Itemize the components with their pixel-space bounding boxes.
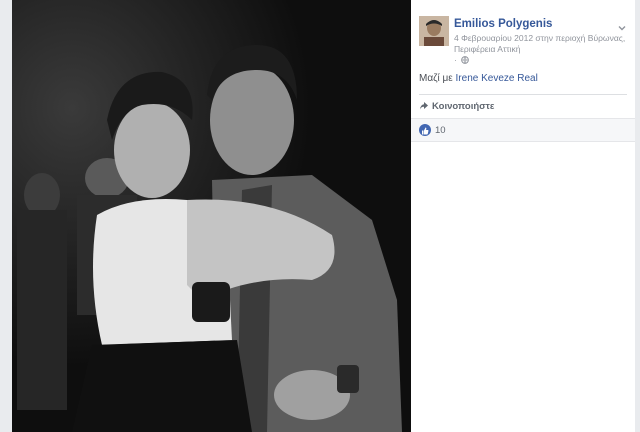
post-meta: 4 Φεβρουαρίου 2012 στην περιοχή Βύρωνας,…	[454, 33, 630, 67]
globe-icon[interactable]	[461, 56, 470, 67]
photo-viewer[interactable]	[12, 0, 411, 432]
page-background-right	[635, 0, 640, 432]
like-count[interactable]: 10	[435, 125, 446, 136]
like-icon	[419, 124, 431, 136]
tagged-person-link[interactable]: Irene Keveze Real	[456, 73, 538, 84]
tagged-line: Μαζί με Irene Keveze Real	[419, 73, 538, 84]
post-details-panel: Emilios Polygenis 4 Φεβρουαρίου 2012 στη…	[411, 0, 635, 432]
meta-separator: ·	[454, 55, 457, 65]
divider	[419, 94, 627, 95]
share-icon	[420, 102, 428, 110]
chevron-down-icon[interactable]	[617, 20, 627, 31]
photo	[12, 0, 411, 432]
author-name[interactable]: Emilios Polygenis	[454, 18, 552, 30]
post-date-location[interactable]: 4 Φεβρουαρίου 2012 στην περιοχή Βύρωνας,…	[454, 33, 625, 54]
share-button[interactable]: Κοινοποιήστε	[419, 101, 494, 112]
page-background	[0, 0, 12, 432]
author-avatar[interactable]	[419, 16, 449, 46]
share-label: Κοινοποιήστε	[432, 101, 495, 112]
tag-prefix: Μαζί με	[419, 73, 453, 84]
reactions-bar[interactable]: 10	[411, 118, 635, 142]
